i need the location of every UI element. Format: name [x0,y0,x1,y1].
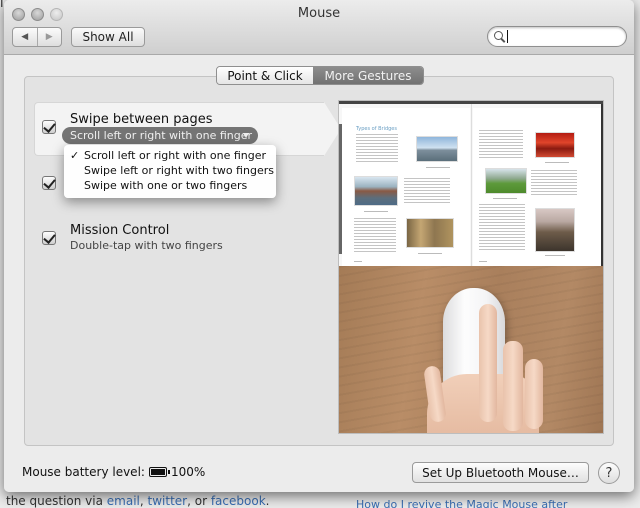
text-block [479,130,523,158]
book-spine [471,104,472,269]
bridge-photo [406,218,454,248]
swipe-between-pages-checkbox[interactable] [42,120,56,134]
battery-label: Mouse battery level: [22,465,145,479]
tab-bar: Point & Click More Gestures [216,66,424,85]
bridge-photo [485,168,527,194]
menu-item-label: Scroll left or right with one finger [84,149,267,162]
ring-finger [525,359,543,429]
facebook-link[interactable]: facebook [211,494,266,508]
page-edge [601,104,603,269]
mission-control-checkbox[interactable] [42,231,56,245]
caption [493,198,517,199]
caption [364,211,388,212]
search-input[interactable] [510,29,620,44]
popup-selected-value: Scroll left or right with one finger [70,129,253,142]
caption [418,253,442,254]
swipe-between-pages-popup[interactable]: Scroll left or right with one finger [62,127,258,144]
menu-item-swipe-one-or-two-fingers[interactable]: Swipe with one or two fingers [64,178,276,193]
forward-arrow-icon: ▶ [45,32,53,42]
background-text-prefix: the question via [6,494,107,508]
battery-icon [148,467,170,477]
page-footer [354,261,362,262]
gesture-preview-video: Types of Bridges [338,100,604,434]
page-footer [479,261,487,262]
set-up-bluetooth-mouse-button[interactable]: Set Up Bluetooth Mouse… [412,462,589,483]
text-cursor [507,30,508,43]
text-block [479,204,525,252]
twitter-link[interactable]: twitter [148,494,188,508]
swipe-options-menu: ✓ Scroll left or right with one finger S… [64,145,276,198]
middle-finger [503,341,523,431]
back-button[interactable]: ◀ [13,28,38,46]
gesture-title: Mission Control [70,223,170,238]
text-block [531,170,577,196]
window-toolbar: Mouse ◀ ▶ Show All [4,0,634,55]
mouse-preferences-window: Mouse ◀ ▶ Show All Point & Click More Ge… [4,0,634,492]
menu-item-swipe-two-fingers[interactable]: Swipe left or right with two fingers [64,163,276,178]
back-arrow-icon: ◀ [21,32,29,42]
swipe-full-screen-apps-checkbox[interactable] [42,176,56,190]
gesture-subtitle: Double-tap with two fingers [70,239,223,252]
back-forward-control: ◀ ▶ [12,27,62,47]
battery-value: 100% [170,465,206,479]
book-page-left: Types of Bridges [342,108,470,266]
battery-status: Mouse battery level: 100% [22,465,205,479]
forward-button[interactable]: ▶ [38,28,62,46]
tab-point-and-click[interactable]: Point & Click [217,67,313,84]
bridge-photo [354,176,398,206]
magic-mouse-demo-image [339,266,603,433]
window-title: Mouse [297,6,341,21]
text-block [354,218,396,252]
caption [545,162,569,163]
text-block [404,178,450,204]
book-pages-illustration: Types of Bridges [339,101,603,269]
help-button[interactable]: ? [598,462,620,484]
preferences-content: Point & Click More Gestures Swipe betwee… [4,56,634,492]
background-related-link[interactable]: How do I revive the Magic Mouse after [356,498,567,508]
menu-item-scroll-one-finger[interactable]: ✓ Scroll left or right with one finger [64,148,276,163]
search-icon [494,30,506,43]
index-finger [479,304,497,422]
show-all-button[interactable]: Show All [71,27,145,47]
checkmark-icon: ✓ [70,149,80,162]
tab-more-gestures[interactable]: More Gestures [313,67,423,84]
gesture-title: Swipe between pages [70,112,213,127]
bridge-photo [535,132,575,158]
bridge-photo [535,208,575,252]
book-heading: Types of Bridges [356,126,397,132]
menu-item-label: Swipe with one or two fingers [84,179,248,192]
menu-item-label: Swipe left or right with two fingers [84,164,274,177]
caption [545,255,565,256]
email-link[interactable]: email [107,494,140,508]
bridge-photo [416,136,458,162]
book-page-right [473,108,601,266]
background-text-bottom: the question via email, twitter, or face… [6,494,270,508]
search-field[interactable] [487,26,627,47]
chevron-down-icon [243,133,249,138]
text-block [356,134,398,162]
caption [426,167,450,168]
